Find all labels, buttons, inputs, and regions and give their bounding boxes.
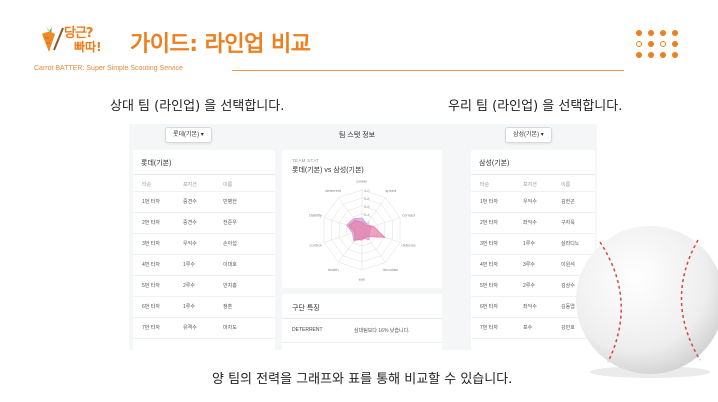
player-name: 마차도 xyxy=(223,325,237,331)
batting-order: 3번 타자 xyxy=(142,241,160,247)
table-row[interactable]: 3번 타자 우익수 손아섭 xyxy=(133,234,275,255)
radar-axis-label: defense xyxy=(401,243,416,248)
opponent-lineup-card: 롯데(기본) 타순 포지션 이름 1번 타자 중견수 민병헌 2번 타자 중견수 전준우… xyxy=(133,150,275,350)
features-title: 구단 특징 xyxy=(292,305,320,312)
own-team-select[interactable]: 삼성(기본) ▾ xyxy=(505,127,552,143)
radar-tick-label: 0.4 xyxy=(364,212,370,217)
table-row[interactable]: 2번 타자 중견수 전준우 xyxy=(133,213,275,234)
opponent-lineup-table: 타순 포지션 이름 1번 타자 중견수 민병헌 2번 타자 중견수 전준우 3번 타자 우… xyxy=(133,178,275,339)
player-name: 민병헌 xyxy=(223,199,237,205)
radar-axis-label: deterrent xyxy=(325,188,342,193)
batting-order: 4번 타자 xyxy=(142,262,160,268)
page-title: 가이드: 라인업 비교 xyxy=(130,32,311,57)
radar-chart: power speed contact defense shoulder eye healt… xyxy=(309,179,417,282)
radar-axis-label: shoulder xyxy=(383,267,399,272)
opponent-team-select[interactable]: 롯데(기본) ▾ xyxy=(165,127,212,143)
player-name: 이대호 xyxy=(223,262,237,268)
column-header: 타순 xyxy=(480,182,490,188)
batting-order: 1번 타자 xyxy=(480,199,498,205)
column-header: 포지션 xyxy=(523,182,537,188)
team-stat-label: TEAM STAT xyxy=(292,158,320,163)
position: 1루수 xyxy=(183,304,195,310)
position: 우익수 xyxy=(183,241,197,247)
player-name: 손아섭 xyxy=(223,241,237,247)
divider xyxy=(471,174,595,175)
carrot-icon xyxy=(42,26,64,52)
column-header: 포지션 xyxy=(183,182,197,188)
batting-order: 2번 타자 xyxy=(480,220,498,226)
feature-key: DETERRENT xyxy=(292,327,323,333)
batting-order: 5번 타자 xyxy=(142,283,160,289)
divider xyxy=(282,318,442,319)
column-header: 타순 xyxy=(142,182,152,188)
batting-order: 7번 타자 xyxy=(480,325,498,331)
radar-axis-label: control xyxy=(309,243,321,248)
feature-value: 삼대팀보다 16% 낮습니다. xyxy=(354,328,410,334)
divider xyxy=(282,342,442,343)
position: 좌익수 xyxy=(523,220,537,226)
column-header: 이름 xyxy=(223,182,233,188)
radar-axis-label: stability xyxy=(309,212,322,217)
dot-pattern-decoration xyxy=(636,30,684,70)
app-screenshot: 롯데(기본) ▾ 팀 스탯 정보 삼성(기본) ▾ 롯데(기본) 타순 포지션 … xyxy=(129,124,597,350)
player-name: 정훈 xyxy=(223,304,233,310)
position: 포수 xyxy=(523,325,533,331)
batting-order: 5번 타자 xyxy=(480,283,498,289)
player-name: 전준우 xyxy=(223,220,237,226)
table-row[interactable]: 1번 타자 중견수 민병헌 xyxy=(133,192,275,213)
table-row[interactable]: 1번 타자 우익수 김헌곤 xyxy=(471,192,595,213)
caption-compare: 양 팀의 전력을 그래프와 표를 통해 비교할 수 있습니다. xyxy=(212,372,513,387)
batting-order: 1번 타자 xyxy=(142,199,160,205)
club-features-card: 구단 특징 DETERRENT 삼대팀보다 16% 낮습니다. xyxy=(282,294,442,350)
team-stat-title: 팀 스탯 정보 xyxy=(339,132,376,139)
table-row[interactable]: 7번 타자 유격수 마차도 xyxy=(133,318,275,339)
header-divider xyxy=(232,70,624,71)
radar-tick-label: 1.0 xyxy=(364,188,370,193)
page-subtitle: Carrot BATTER: Super Simple Scouting Ser… xyxy=(34,65,183,72)
table-row[interactable]: 6번 타자 1루수 정훈 xyxy=(133,297,275,318)
batting-order: 3번 타자 xyxy=(480,241,498,247)
batting-order: 6번 타자 xyxy=(142,304,160,310)
table-header: 타순 포지션 이름 xyxy=(471,178,595,192)
batting-order: 6번 타자 xyxy=(480,304,498,310)
position: 2루수 xyxy=(183,283,195,289)
table-header: 타순 포지션 이름 xyxy=(133,178,275,192)
divider xyxy=(133,174,275,175)
caption-own-team: 우리 팀 (라인업) 을 선택합니다. xyxy=(448,99,623,114)
position: 1루수 xyxy=(523,241,535,247)
radar-axis-label: power xyxy=(357,179,369,184)
position: 중견수 xyxy=(183,220,197,226)
radar-axis-label: health xyxy=(328,267,339,272)
player-name: 안치홍 xyxy=(223,283,237,289)
own-team-name: 삼성(기본) xyxy=(479,160,510,167)
batting-order: 2번 타자 xyxy=(142,220,160,226)
logo-text-bottom: 빠따! xyxy=(74,40,102,54)
batting-order: 4번 타자 xyxy=(480,262,498,268)
team-stat-card: TEAM STAT 롯데(기본) vs 삼성(기본) power speed con… xyxy=(282,150,442,288)
batting-order: 7번 타자 xyxy=(142,325,160,331)
carrot-batter-logo: 당근? 빠따! xyxy=(34,20,124,60)
table-row[interactable]: 4번 타자 1루수 이대호 xyxy=(133,255,275,276)
radar-axis-label: eye xyxy=(359,277,366,282)
baseball-image xyxy=(576,226,718,378)
table-row[interactable]: 5번 타자 2루수 안치홍 xyxy=(133,276,275,297)
position: 좌익수 xyxy=(523,304,537,310)
position: 1루수 xyxy=(183,262,195,268)
radar-axis-label: speed xyxy=(385,188,396,193)
radar-axis-label: contact xyxy=(402,212,416,217)
position: 중견수 xyxy=(183,199,197,205)
column-header: 이름 xyxy=(561,182,571,188)
position: 2루수 xyxy=(523,283,535,289)
opponent-team-name: 롯데(기본) xyxy=(141,160,172,167)
radar-tick-label: 0.8 xyxy=(364,196,370,201)
radar-tick-label: 0.6 xyxy=(364,204,370,209)
position: 우익수 xyxy=(523,199,537,205)
caption-opponent: 상대 팀 (라인업) 을 선택합니다. xyxy=(110,99,285,114)
position: 3루수 xyxy=(523,262,535,268)
player-name: 김헌곤 xyxy=(561,199,575,205)
position: 유격수 xyxy=(183,325,197,331)
